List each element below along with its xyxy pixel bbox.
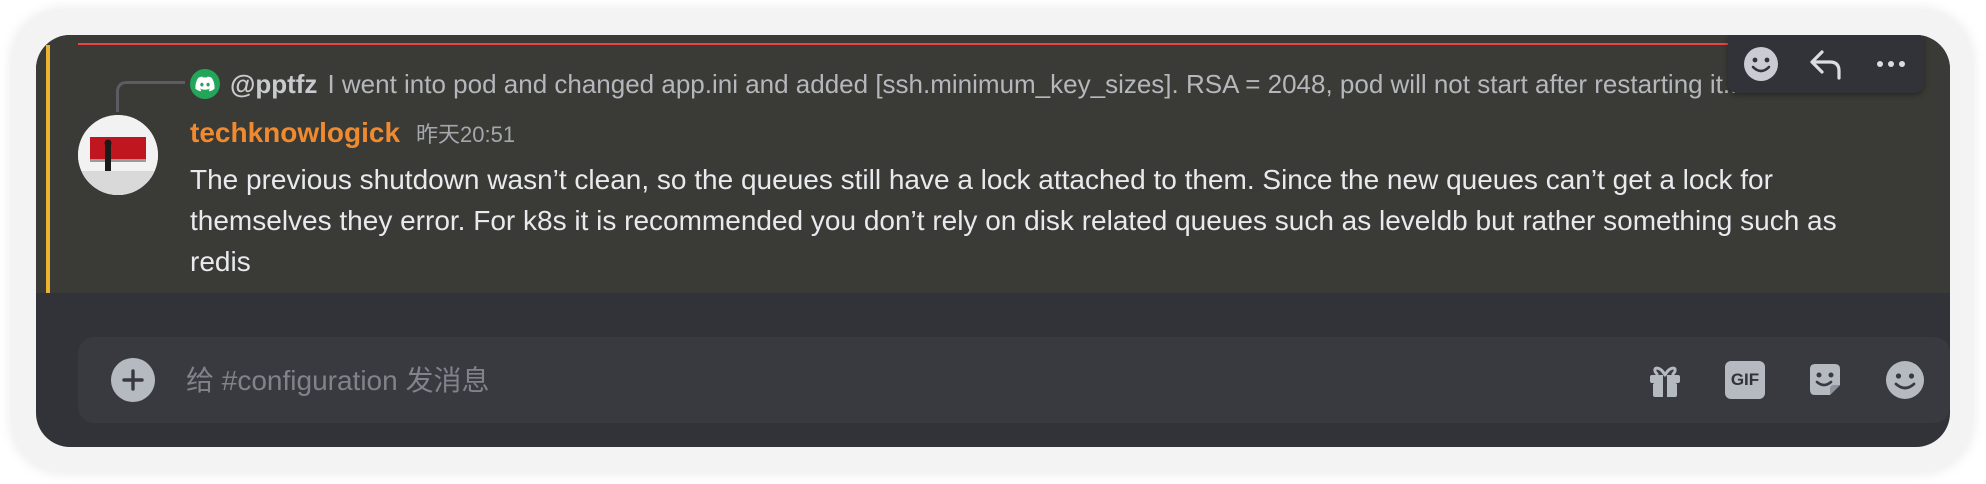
- mention-highlight-bar: [46, 45, 50, 293]
- message-content: The previous shutdown wasn’t clean, so t…: [190, 164, 1837, 277]
- plus-icon: [122, 369, 144, 391]
- reply-text[interactable]: I went into pod and changed app.ini and …: [327, 69, 1744, 100]
- new-messages-divider: [78, 43, 1880, 45]
- attach-plus-button[interactable]: [111, 358, 155, 402]
- add-reaction-button[interactable]: [1735, 38, 1787, 90]
- discord-logo-icon: [190, 69, 220, 99]
- gif-button[interactable]: GIF: [1724, 359, 1766, 401]
- message-header: techknowlogick 昨天20:51: [190, 117, 515, 149]
- chat-window: @pptfz I went into pod and changed app.i…: [36, 35, 1950, 447]
- message-item[interactable]: @pptfz I went into pod and changed app.i…: [36, 35, 1950, 293]
- reply-button[interactable]: [1800, 38, 1852, 90]
- sticker-icon: [1810, 364, 1840, 395]
- emoji-button[interactable]: [1884, 359, 1926, 401]
- more-icon: [1877, 61, 1906, 67]
- gif-icon: GIF: [1725, 361, 1765, 399]
- sticker-button[interactable]: [1804, 359, 1846, 401]
- timestamp[interactable]: 昨天20:51: [416, 117, 515, 149]
- message-composer: GIF: [78, 337, 1950, 423]
- composer-actions: GIF: [1644, 355, 1926, 405]
- gift-button[interactable]: [1644, 359, 1686, 401]
- username[interactable]: techknowlogick: [190, 117, 400, 149]
- reply-connector: [116, 81, 185, 112]
- message-actions-toolbar: [1728, 35, 1924, 93]
- emoji-icon: [1886, 361, 1924, 399]
- avatar[interactable]: [78, 115, 158, 195]
- gift-icon: [1650, 366, 1680, 397]
- more-options-button[interactable]: [1865, 38, 1917, 90]
- reply-author[interactable]: @pptfz: [230, 69, 317, 100]
- message-input[interactable]: [184, 355, 1288, 407]
- add-reaction-icon: [1743, 47, 1778, 81]
- reply-preview[interactable]: @pptfz I went into pod and changed app.i…: [190, 68, 1840, 100]
- reply-icon: [1810, 50, 1841, 80]
